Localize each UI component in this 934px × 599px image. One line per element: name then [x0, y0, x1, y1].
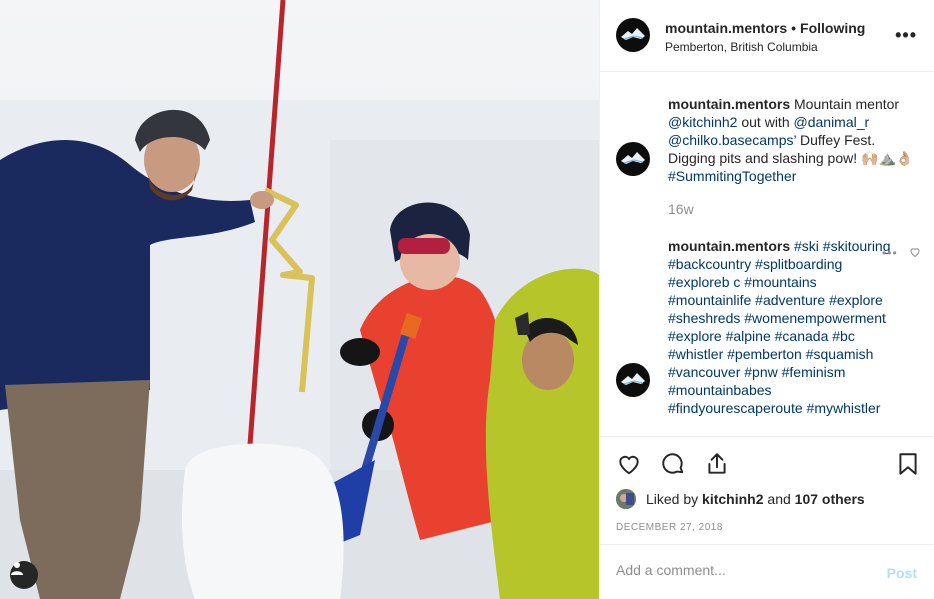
- author-username[interactable]: mountain.mentors: [665, 20, 787, 36]
- avatar[interactable]: [616, 18, 650, 52]
- mention-link[interactable]: @chilko.basecamps: [668, 132, 794, 148]
- bubble-glyph: [662, 453, 684, 474]
- liker-avatar[interactable]: [616, 489, 636, 509]
- more-options-icon[interactable]: •••: [895, 26, 917, 44]
- post-side-panel: mountain.mentors • Following Pemberton, Br…: [599, 0, 934, 599]
- post-button[interactable]: Post: [887, 565, 917, 581]
- likes-summary: Liked by kitchinh2 and 107 others: [616, 489, 865, 509]
- post-date[interactable]: DECEMBER 27, 2018: [616, 522, 723, 533]
- post-header: mountain.mentors • Following Pemberton, Br…: [600, 0, 934, 72]
- action-bar: [600, 436, 934, 482]
- bookmark-icon[interactable]: [895, 451, 921, 482]
- following-button[interactable]: Following: [800, 20, 865, 36]
- user-tag-icon[interactable]: [10, 561, 38, 589]
- comment-icon[interactable]: [660, 451, 686, 482]
- post-photo[interactable]: [0, 0, 599, 599]
- post-author: mountain.mentors • Following: [665, 20, 865, 36]
- mountain-logo-icon: [621, 373, 645, 385]
- comment-text: mountain.mentors #ski #skitouring #backc…: [668, 237, 898, 417]
- photo-illustration: [0, 0, 599, 599]
- bookmark-glyph: [899, 453, 917, 475]
- add-comment-bar: Post: [600, 544, 934, 599]
- mention-link[interactable]: @danimal_r: [794, 114, 870, 130]
- avatar[interactable]: [616, 142, 650, 176]
- share-glyph: [708, 453, 726, 474]
- comment-input[interactable]: [616, 562, 866, 578]
- hashtag-link[interactable]: #SummitingTogether: [668, 168, 796, 184]
- liker-photo: [616, 489, 636, 509]
- liked-by-prefix: Liked by: [646, 491, 699, 507]
- caption-text: mountain.mentors Mountain mentor @kitchi…: [668, 95, 918, 185]
- small-heart-icon[interactable]: [909, 246, 921, 260]
- caption-username[interactable]: mountain.mentors: [668, 96, 790, 112]
- mention-link[interactable]: @kitchinh2: [668, 114, 737, 130]
- caption-part: out with: [741, 114, 790, 130]
- separator-dot: •: [791, 20, 797, 36]
- share-icon[interactable]: [704, 451, 730, 482]
- hashtag-list[interactable]: #ski #skitouring #backcountry #splitboar…: [668, 238, 891, 416]
- post-location[interactable]: Pemberton, British Columbia: [665, 40, 818, 54]
- comment-username[interactable]: mountain.mentors: [668, 238, 790, 254]
- liked-by-and: and: [767, 491, 791, 507]
- mountain-logo-icon: [621, 152, 645, 164]
- caption-time[interactable]: 16w: [668, 201, 694, 217]
- mountain-logo-icon: [621, 28, 645, 40]
- heart-glyph: [619, 455, 639, 475]
- others-link[interactable]: 107 others: [795, 491, 865, 507]
- avatar[interactable]: [616, 363, 650, 397]
- heart-glyph: [910, 248, 920, 258]
- liker-username[interactable]: kitchinh2: [702, 491, 763, 507]
- caption-part: Mountain mentor: [794, 96, 900, 112]
- person-glyph: [11, 562, 23, 575]
- comment-more-icon[interactable]: •••: [882, 246, 898, 260]
- comment-actions: •••: [882, 246, 921, 260]
- comments-list[interactable]: mountain.mentors Mountain mentor @kitchi…: [600, 73, 934, 435]
- heart-icon[interactable]: [616, 451, 642, 482]
